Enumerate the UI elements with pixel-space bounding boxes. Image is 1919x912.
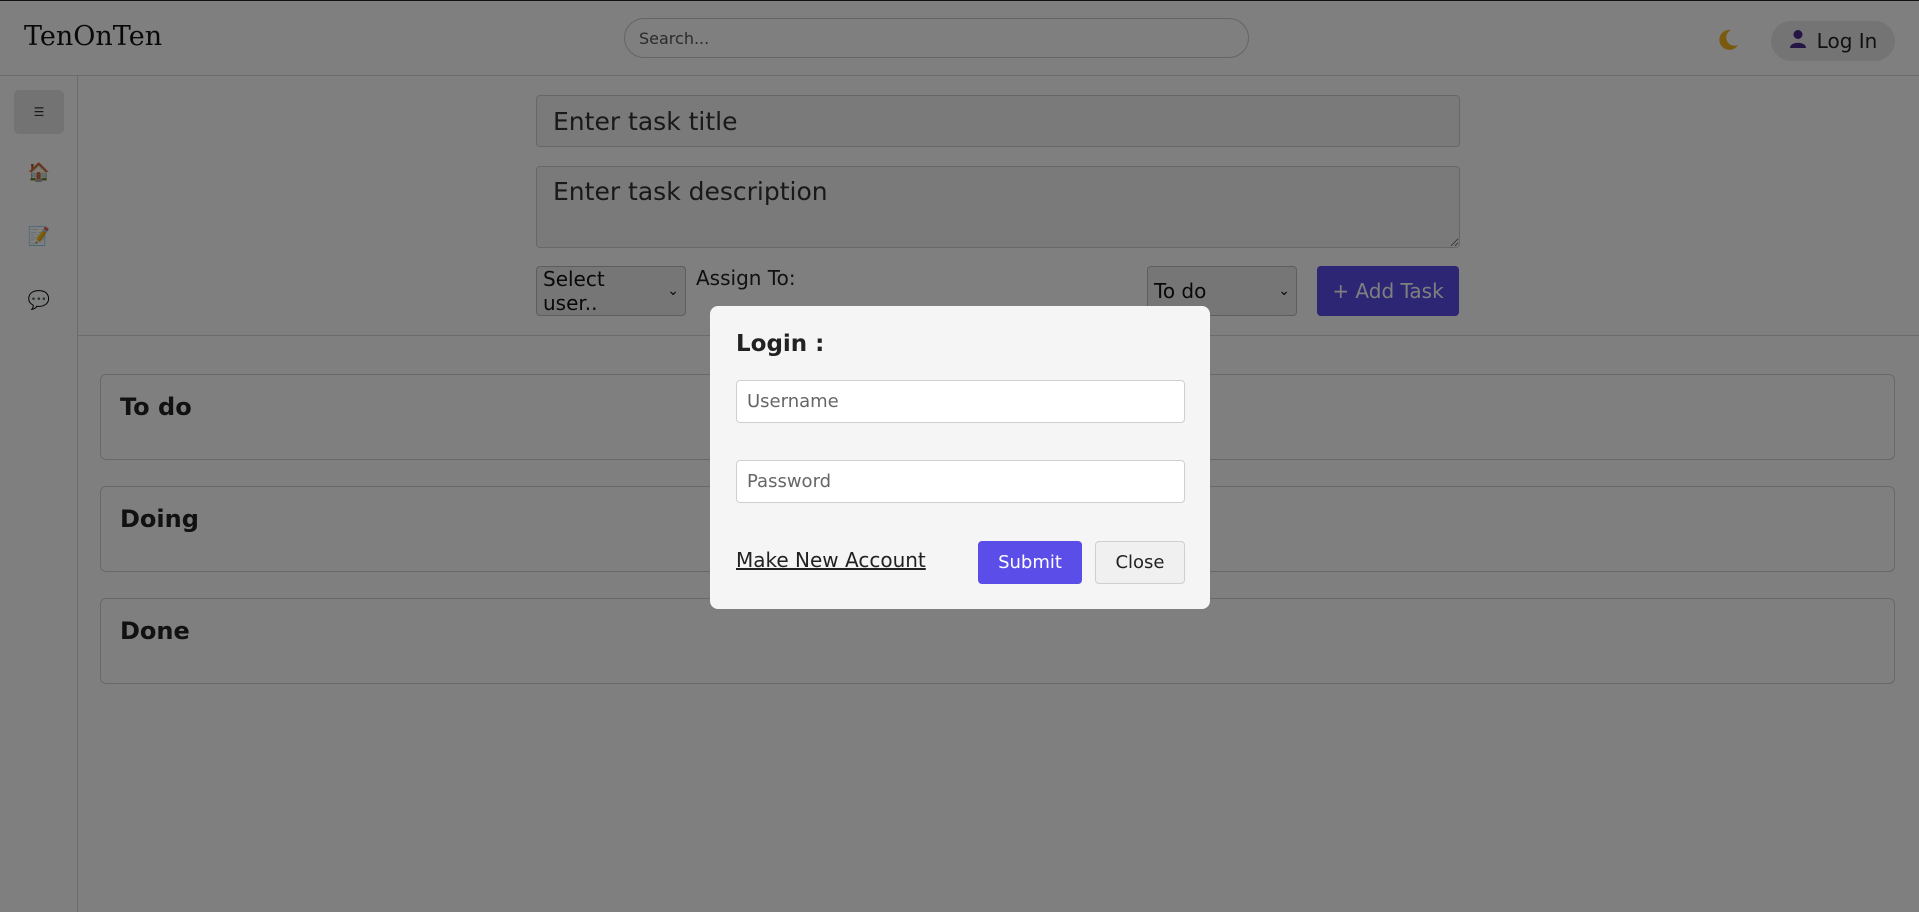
make-new-account-link[interactable]: Make New Account — [736, 548, 926, 572]
username-input[interactable] — [736, 380, 1185, 423]
login-modal: Login : Make New Account Submit Close — [710, 306, 1210, 609]
submit-button[interactable]: Submit — [978, 541, 1082, 584]
password-input[interactable] — [736, 460, 1185, 503]
login-modal-title: Login : — [736, 331, 825, 357]
close-button[interactable]: Close — [1095, 541, 1185, 584]
